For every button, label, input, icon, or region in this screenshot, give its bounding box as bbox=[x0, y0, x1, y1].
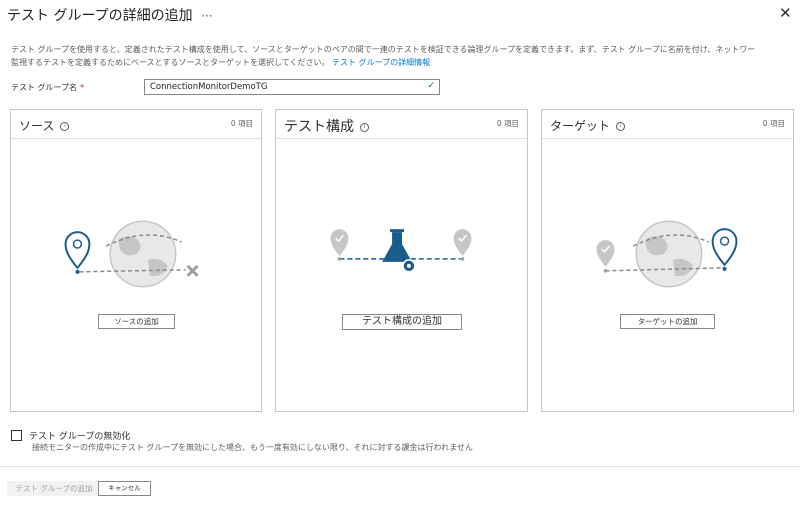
test-config-card: テスト構成 i 0 項目 テスト構成の追加 bbox=[275, 109, 528, 412]
add-source-button[interactable]: ソースの追加 bbox=[98, 314, 175, 329]
disable-test-group-checkbox[interactable] bbox=[11, 430, 22, 441]
info-icon[interactable]: i bbox=[616, 122, 626, 131]
description: テスト グループを使用すると、定義されたテスト構成を使用して、ソースとターゲット… bbox=[11, 43, 800, 69]
add-test-group-button[interactable]: テスト グループの追加 bbox=[7, 481, 101, 496]
info-icon[interactable]: i bbox=[360, 122, 369, 132]
location-pin-icon bbox=[711, 228, 738, 271]
target-illustration bbox=[596, 220, 738, 288]
cancel-button[interactable]: キャンセル bbox=[98, 481, 151, 496]
add-target-button[interactable]: ターゲットの追加 bbox=[620, 314, 715, 329]
learn-more-link[interactable]: テスト グループの詳細情報 bbox=[332, 58, 430, 67]
test-config-item-count: 0 項目 bbox=[496, 119, 519, 128]
check-pin-icon bbox=[330, 229, 349, 261]
target-card-header: ターゲット i 0 項目 bbox=[542, 110, 793, 139]
test-group-name-label-text: テスト グループ名 bbox=[11, 83, 78, 92]
x-mark-icon bbox=[186, 264, 199, 277]
panel-title: テスト グループの詳細の追加 ··· bbox=[7, 5, 213, 25]
check-pin-icon bbox=[453, 229, 472, 261]
test-group-name-input[interactable]: ConnectionMonitorDemoTG ✓ bbox=[144, 79, 440, 95]
test-group-name-value: ConnectionMonitorDemoTG bbox=[150, 82, 268, 92]
target-card-title: ターゲット i bbox=[550, 117, 626, 134]
test-group-name-label: テスト グループ名 * bbox=[11, 82, 84, 93]
test-config-card-header: テスト構成 i 0 項目 bbox=[276, 110, 527, 139]
required-mark: * bbox=[80, 83, 85, 92]
test-config-card-title: テスト構成 i bbox=[284, 116, 369, 136]
description-text: 監視するテストを定義するためにベースとするソースとターゲットを選択してください。 bbox=[11, 58, 330, 67]
source-illustration bbox=[64, 220, 199, 288]
close-icon[interactable]: ✕ bbox=[779, 4, 792, 22]
target-card: ターゲット i 0 項目 ターゲットの追加 bbox=[541, 109, 794, 412]
source-card-title: ソース i bbox=[19, 117, 70, 134]
disable-test-group-label: テスト グループの無効化 bbox=[29, 432, 131, 442]
disable-test-group-description: 接続モニターの作成中にテスト グループを無効にした場合、もう一度有効にしない限り… bbox=[32, 443, 473, 452]
source-item-count: 0 項目 bbox=[230, 119, 253, 128]
description-line-2: 監視するテストを定義するためにベースとするソースとターゲットを選択してください。… bbox=[11, 56, 800, 69]
description-line-1: テスト グループを使用すると、定義されたテスト構成を使用して、ソースとターゲット… bbox=[11, 45, 756, 54]
panel-title-text: テスト グループの詳細の追加 bbox=[7, 8, 193, 24]
more-options-icon[interactable]: ··· bbox=[201, 9, 212, 23]
test-config-illustration bbox=[330, 229, 472, 273]
check-pin-icon bbox=[596, 240, 615, 273]
globe-icon bbox=[105, 220, 182, 288]
source-card: ソース i 0 項目 ソースの追加 bbox=[10, 109, 262, 412]
add-test-config-button[interactable]: テスト構成の追加 bbox=[342, 314, 462, 330]
flask-gear-icon bbox=[382, 229, 416, 273]
globe-icon bbox=[632, 220, 709, 288]
valid-check-icon: ✓ bbox=[427, 81, 435, 91]
target-item-count: 0 項目 bbox=[762, 119, 785, 128]
location-pin-icon bbox=[64, 231, 91, 274]
source-card-header: ソース i 0 項目 bbox=[11, 110, 261, 139]
footer-divider bbox=[0, 466, 800, 467]
info-icon[interactable]: i bbox=[60, 122, 70, 131]
